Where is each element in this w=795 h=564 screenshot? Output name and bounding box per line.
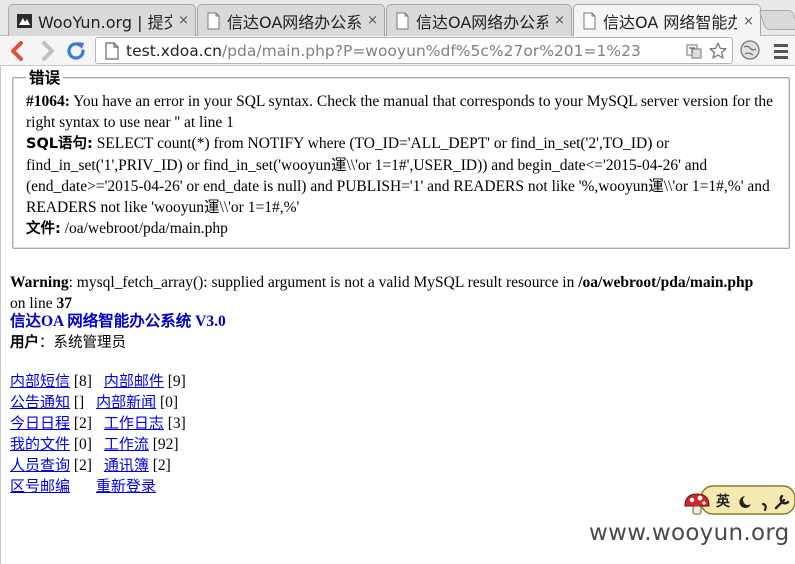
- tab-title: WooYun.org | 提交漏洞: [38, 12, 172, 32]
- url-text[interactable]: test.xdoa.cn/pda/main.php?P=wooyun%df%5c…: [126, 42, 684, 60]
- wooyun-favicon-icon: [17, 13, 32, 28]
- star-icon[interactable]: [708, 41, 728, 61]
- file-paragraph: 文件: /oa/webroot/pda/main.php: [26, 218, 777, 240]
- warning-line-number: 37: [56, 295, 73, 312]
- reload-icon[interactable]: [63, 38, 89, 64]
- user-line: 用户：系统管理员: [10, 332, 126, 354]
- link-address-book[interactable]: 通讯簿: [104, 456, 149, 474]
- tab-close-icon[interactable]: ×: [743, 14, 754, 29]
- new-tab-button[interactable]: [758, 10, 795, 30]
- error-legend: 错误: [26, 68, 64, 88]
- link-workflow[interactable]: 工作流: [104, 435, 149, 453]
- link-work-log[interactable]: 工作日志: [104, 414, 164, 432]
- link-internal-news[interactable]: 内部新闻: [96, 393, 156, 411]
- menu-row: 内部短信 [8] 内部邮件 [9]: [10, 371, 186, 392]
- url-path: /pda/main.php?P=wooyun%df%5c%27or%201=1%…: [221, 41, 641, 60]
- browser-toolbar: test.xdoa.cn/pda/main.php?P=wooyun%df%5c…: [0, 36, 795, 66]
- user-label: 用户: [10, 335, 39, 351]
- tab-xdoa-1[interactable]: 信达OA网络办公系统 ×: [197, 4, 385, 36]
- count-address-book: [2]: [148, 457, 171, 474]
- tab-strip: WooYun.org | 提交漏洞 × 信达OA网络办公系统 × 信达OA网络办…: [0, 0, 795, 37]
- link-internal-sms[interactable]: 内部短信: [10, 372, 70, 390]
- page-icon: [207, 12, 220, 29]
- count-internal-sms: [8]: [70, 373, 92, 390]
- page-content: 错误 #1064: You have an error in your SQL …: [0, 66, 795, 564]
- link-area-code[interactable]: 区号邮编: [10, 477, 70, 495]
- count-staff-search: [2]: [70, 457, 92, 474]
- menu-row: 公告通知 [] 内部新闻 [0]: [10, 392, 186, 413]
- menu-row: 区号邮编 重新登录: [10, 476, 186, 497]
- address-bar[interactable]: test.xdoa.cn/pda/main.php?P=wooyun%df%5c…: [95, 37, 733, 64]
- page-icon: [583, 12, 596, 30]
- sql-paragraph: SQL语句: SELECT count(*) from NOTIFY where…: [26, 133, 777, 218]
- menu-row: 我的文件 [0] 工作流 [92]: [10, 434, 186, 455]
- tab-xdoa-2[interactable]: 信达OA网络办公系统 ×: [386, 4, 572, 36]
- error-code-text: You have an error in your SQL syntax. Ch…: [26, 93, 774, 131]
- warning-line-text: on line: [10, 295, 57, 312]
- tab-title: 信达OA网络办公系统: [227, 12, 362, 32]
- tab-title: 信达OA网络办公系统: [416, 12, 548, 32]
- link-today-schedule[interactable]: 今日日程: [10, 414, 70, 432]
- count-my-files: [0]: [70, 436, 92, 453]
- count-work-log: [3]: [163, 415, 186, 432]
- tab-title: 信达OA 网络智能办公系统: [603, 13, 737, 32]
- back-arrow-icon[interactable]: [5, 38, 31, 64]
- translate-icon[interactable]: [684, 41, 704, 61]
- count-internal-news: [0]: [156, 394, 179, 411]
- sql-text: SELECT count(*) from NOTIFY where (TO_ID…: [26, 135, 770, 216]
- warning-path: /oa/webroot/pda/main.php: [578, 274, 754, 291]
- watermark: www.wooyun.org: [589, 520, 790, 546]
- menu-row: 今日日程 [2] 工作日志 [3]: [10, 413, 186, 434]
- ime-toolbar[interactable]: 英: [683, 484, 795, 520]
- app-title: 信达OA 网络智能办公系统 V3.0: [10, 313, 226, 330]
- error-fieldset: 错误 #1064: You have an error in your SQL …: [12, 68, 790, 249]
- count-internal-mail: [9]: [163, 373, 186, 390]
- file-text: /oa/webroot/pda/main.php: [60, 220, 228, 237]
- count-notices: []: [70, 394, 85, 411]
- forward-arrow-icon[interactable]: [34, 38, 60, 64]
- page-icon: [396, 12, 409, 29]
- link-notices[interactable]: 公告通知: [10, 393, 70, 411]
- ime-toolbar-background: [684, 485, 795, 515]
- user-separator: ：: [39, 335, 54, 351]
- sql-label: SQL语句:: [26, 136, 93, 152]
- main-menu: 内部短信 [8] 内部邮件 [9] 公告通知 [] 内部新闻 [0] 今日日程 …: [10, 371, 186, 497]
- menu-icon[interactable]: [772, 41, 790, 61]
- user-value: 系统管理员: [53, 335, 127, 351]
- tab-wooyun[interactable]: WooYun.org | 提交漏洞 ×: [8, 4, 196, 36]
- tab-xdoa-active[interactable]: 信达OA 网络智能办公系统 ×: [573, 4, 761, 37]
- file-label: 文件:: [26, 221, 61, 237]
- globe-extension-icon[interactable]: [739, 39, 761, 61]
- link-my-files[interactable]: 我的文件: [10, 435, 70, 453]
- warning-text: : mysql_fetch_array(): supplied argument…: [68, 274, 579, 291]
- link-relogin[interactable]: 重新登录: [96, 477, 156, 495]
- warning-label: Warning: [10, 274, 69, 291]
- url-host: test.xdoa.cn: [126, 41, 222, 60]
- page-info-icon[interactable]: [102, 41, 122, 61]
- count-workflow: [92]: [148, 436, 179, 453]
- php-warning: Warning: mysql_fetch_array(): supplied a…: [10, 272, 790, 314]
- error-code-label: #1064:: [26, 93, 70, 110]
- menu-row: 人员查询 [2] 通讯簿 [2]: [10, 455, 186, 476]
- link-internal-mail[interactable]: 内部邮件: [104, 372, 164, 390]
- tab-close-icon[interactable]: ×: [178, 13, 189, 28]
- tab-close-icon[interactable]: ×: [554, 13, 565, 28]
- ime-mode-label[interactable]: 英: [716, 491, 730, 511]
- count-today-schedule: [2]: [70, 415, 92, 432]
- tab-close-icon[interactable]: ×: [367, 13, 378, 28]
- error-code-paragraph: #1064: You have an error in your SQL syn…: [26, 91, 777, 133]
- link-staff-search[interactable]: 人员查询: [10, 456, 70, 474]
